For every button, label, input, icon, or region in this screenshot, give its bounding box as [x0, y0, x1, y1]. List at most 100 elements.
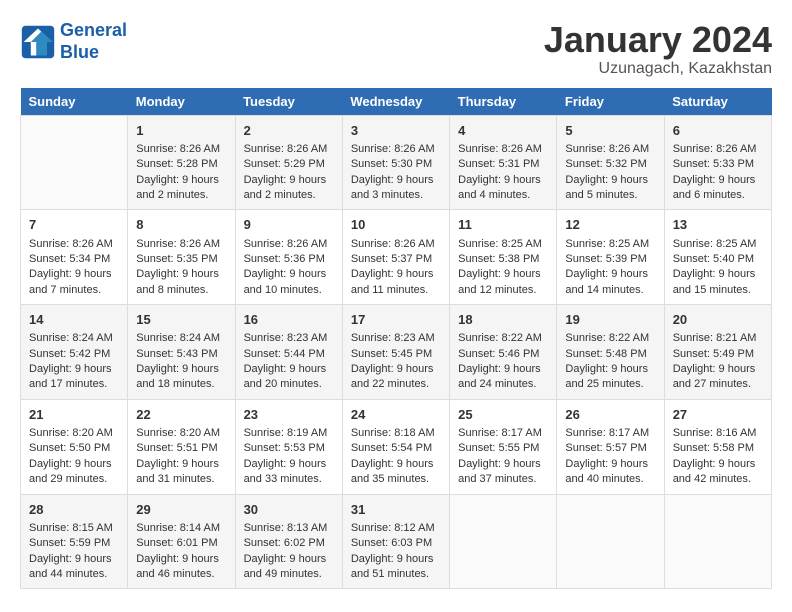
- day-number: 26: [565, 406, 655, 424]
- logo-icon: [20, 24, 56, 60]
- day-info: Sunrise: 8:26 AM Sunset: 5:29 PM Dayligh…: [244, 142, 334, 204]
- calendar-cell: 7 Sunrise: 8:26 AM Sunset: 5:34 PM Daylig…: [21, 210, 128, 305]
- day-info: Sunrise: 8:22 AM Sunset: 5:48 PM Dayligh…: [565, 331, 655, 393]
- logo-text: General Blue: [60, 20, 127, 63]
- day-number: 2: [244, 122, 334, 140]
- calendar-cell: [21, 115, 128, 210]
- calendar-cell: 29 Sunrise: 8:14 AM Sunset: 6:01 PM Dayli…: [128, 494, 235, 589]
- calendar-cell: 14 Sunrise: 8:24 AM Sunset: 5:42 PM Dayli…: [21, 305, 128, 400]
- day-info: Sunrise: 8:16 AM Sunset: 5:58 PM Dayligh…: [673, 426, 763, 488]
- calendar-cell: [450, 494, 557, 589]
- column-header-saturday: Saturday: [664, 88, 771, 116]
- day-info: Sunrise: 8:26 AM Sunset: 5:33 PM Dayligh…: [673, 142, 763, 204]
- calendar-cell: 28Sunrise: 8:15 AM Sunset: 5:59 PM Dayli…: [21, 494, 128, 589]
- calendar-cell: 4Sunrise: 8:26 AM Sunset: 5:31 PM Daylig…: [450, 115, 557, 210]
- day-info: Sunrise: 8:20 AM Sunset: 5:51 PM Dayligh…: [136, 426, 226, 488]
- calendar-cell: 9Sunrise: 8:26 AM Sunset: 5:36 PM Daylig…: [235, 210, 342, 305]
- day-number: 31: [351, 501, 441, 519]
- calendar-cell: 15 Sunrise: 8:24 AM Sunset: 5:43 PM Dayli…: [128, 305, 235, 400]
- calendar-cell: 1 Sunrise: 8:26 AM Sunset: 5:28 PM Daylig…: [128, 115, 235, 210]
- column-header-thursday: Thursday: [450, 88, 557, 116]
- day-number: 19: [565, 311, 655, 329]
- calendar-cell: [557, 494, 664, 589]
- day-info: Sunrise: 8:12 AM Sunset: 6:03 PM Dayligh…: [351, 521, 441, 583]
- day-number: 28: [29, 501, 119, 519]
- day-number: 30: [244, 501, 334, 519]
- day-info: Sunrise: 8:19 AM Sunset: 5:53 PM Dayligh…: [244, 426, 334, 488]
- calendar-cell: 16Sunrise: 8:23 AM Sunset: 5:44 PM Dayli…: [235, 305, 342, 400]
- week-row-2: 7 Sunrise: 8:26 AM Sunset: 5:34 PM Daylig…: [21, 210, 772, 305]
- calendar-cell: [664, 494, 771, 589]
- day-number: 20: [673, 311, 763, 329]
- day-number: 1: [136, 122, 226, 140]
- day-info: Sunrise: 8:26 AM Sunset: 5:36 PM Dayligh…: [244, 237, 334, 299]
- day-info: Sunrise: 8:24 AM Sunset: 5:43 PM Dayligh…: [136, 331, 226, 393]
- day-info: Sunrise: 8:26 AM Sunset: 5:32 PM Dayligh…: [565, 142, 655, 204]
- calendar-cell: 6 Sunrise: 8:26 AM Sunset: 5:33 PM Daylig…: [664, 115, 771, 210]
- day-info: Sunrise: 8:25 AM Sunset: 5:39 PM Dayligh…: [565, 237, 655, 299]
- day-number: 11: [458, 216, 548, 234]
- header-row: SundayMondayTuesdayWednesdayThursdayFrid…: [21, 88, 772, 116]
- column-header-monday: Monday: [128, 88, 235, 116]
- day-info: Sunrise: 8:26 AM Sunset: 5:28 PM Dayligh…: [136, 142, 226, 204]
- calendar-cell: 20Sunrise: 8:21 AM Sunset: 5:49 PM Dayli…: [664, 305, 771, 400]
- week-row-4: 21Sunrise: 8:20 AM Sunset: 5:50 PM Dayli…: [21, 399, 772, 494]
- day-info: Sunrise: 8:26 AM Sunset: 5:31 PM Dayligh…: [458, 142, 548, 204]
- column-header-sunday: Sunday: [21, 88, 128, 116]
- day-info: Sunrise: 8:17 AM Sunset: 5:57 PM Dayligh…: [565, 426, 655, 488]
- calendar-cell: 2 Sunrise: 8:26 AM Sunset: 5:29 PM Daylig…: [235, 115, 342, 210]
- calendar-cell: 12 Sunrise: 8:25 AM Sunset: 5:39 PM Dayli…: [557, 210, 664, 305]
- day-number: 29: [136, 501, 226, 519]
- calendar-cell: 24 Sunrise: 8:18 AM Sunset: 5:54 PM Dayli…: [342, 399, 449, 494]
- calendar-cell: 25 Sunrise: 8:17 AM Sunset: 5:55 PM Dayli…: [450, 399, 557, 494]
- column-header-tuesday: Tuesday: [235, 88, 342, 116]
- day-number: 6: [673, 122, 763, 140]
- day-number: 15: [136, 311, 226, 329]
- calendar-cell: 8 Sunrise: 8:26 AM Sunset: 5:35 PM Daylig…: [128, 210, 235, 305]
- calendar-cell: 18 Sunrise: 8:22 AM Sunset: 5:46 PM Dayli…: [450, 305, 557, 400]
- day-number: 5: [565, 122, 655, 140]
- calendar-cell: 17 Sunrise: 8:23 AM Sunset: 5:45 PM Dayli…: [342, 305, 449, 400]
- day-number: 12: [565, 216, 655, 234]
- title-block: January 2024 Uzunagach, Kazakhstan: [544, 20, 772, 78]
- calendar-cell: 13 Sunrise: 8:25 AM Sunset: 5:40 PM Dayli…: [664, 210, 771, 305]
- day-number: 14: [29, 311, 119, 329]
- day-number: 25: [458, 406, 548, 424]
- calendar-cell: 31 Sunrise: 8:12 AM Sunset: 6:03 PM Dayli…: [342, 494, 449, 589]
- day-info: Sunrise: 8:23 AM Sunset: 5:45 PM Dayligh…: [351, 331, 441, 393]
- day-info: Sunrise: 8:26 AM Sunset: 5:34 PM Dayligh…: [29, 237, 119, 299]
- day-number: 27: [673, 406, 763, 424]
- calendar-cell: 10Sunrise: 8:26 AM Sunset: 5:37 PM Dayli…: [342, 210, 449, 305]
- calendar-cell: 11 Sunrise: 8:25 AM Sunset: 5:38 PM Dayli…: [450, 210, 557, 305]
- day-info: Sunrise: 8:25 AM Sunset: 5:38 PM Dayligh…: [458, 237, 548, 299]
- day-info: Sunrise: 8:26 AM Sunset: 5:30 PM Dayligh…: [351, 142, 441, 204]
- day-info: Sunrise: 8:14 AM Sunset: 6:01 PM Dayligh…: [136, 521, 226, 583]
- day-info: Sunrise: 8:23 AM Sunset: 5:44 PM Dayligh…: [244, 331, 334, 393]
- day-info: Sunrise: 8:22 AM Sunset: 5:46 PM Dayligh…: [458, 331, 548, 393]
- main-title: January 2024: [544, 20, 772, 60]
- column-header-wednesday: Wednesday: [342, 88, 449, 116]
- day-number: 23: [244, 406, 334, 424]
- calendar-cell: 5 Sunrise: 8:26 AM Sunset: 5:32 PM Daylig…: [557, 115, 664, 210]
- calendar-cell: 19 Sunrise: 8:22 AM Sunset: 5:48 PM Dayli…: [557, 305, 664, 400]
- page-header: General Blue January 2024 Uzunagach, Kaz…: [20, 20, 772, 78]
- subtitle: Uzunagach, Kazakhstan: [544, 60, 772, 78]
- day-number: 17: [351, 311, 441, 329]
- day-number: 3: [351, 122, 441, 140]
- day-info: Sunrise: 8:18 AM Sunset: 5:54 PM Dayligh…: [351, 426, 441, 488]
- day-info: Sunrise: 8:17 AM Sunset: 5:55 PM Dayligh…: [458, 426, 548, 488]
- day-info: Sunrise: 8:24 AM Sunset: 5:42 PM Dayligh…: [29, 331, 119, 393]
- calendar-cell: 27 Sunrise: 8:16 AM Sunset: 5:58 PM Dayli…: [664, 399, 771, 494]
- logo: General Blue: [20, 20, 127, 63]
- week-row-5: 28Sunrise: 8:15 AM Sunset: 5:59 PM Dayli…: [21, 494, 772, 589]
- day-number: 7: [29, 216, 119, 234]
- day-number: 22: [136, 406, 226, 424]
- day-number: 8: [136, 216, 226, 234]
- day-number: 13: [673, 216, 763, 234]
- day-number: 18: [458, 311, 548, 329]
- day-info: Sunrise: 8:25 AM Sunset: 5:40 PM Dayligh…: [673, 237, 763, 299]
- week-row-3: 14 Sunrise: 8:24 AM Sunset: 5:42 PM Dayli…: [21, 305, 772, 400]
- column-header-friday: Friday: [557, 88, 664, 116]
- day-number: 24: [351, 406, 441, 424]
- day-info: Sunrise: 8:26 AM Sunset: 5:35 PM Dayligh…: [136, 237, 226, 299]
